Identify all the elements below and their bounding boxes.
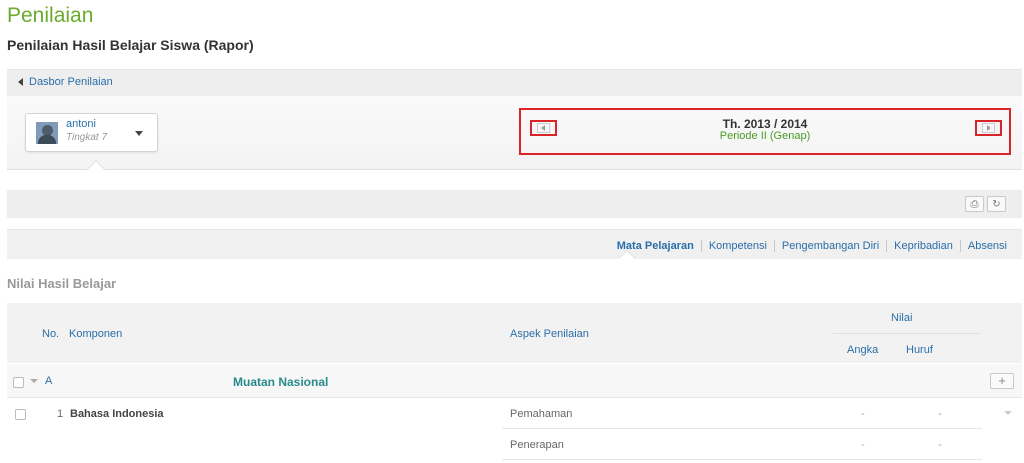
- student-grade: Tingkat 7: [66, 132, 108, 143]
- group-name: Muatan Nasional: [233, 375, 329, 389]
- tabs-bar: Mata Pelajaran Kompetensi Pengembangan D…: [7, 229, 1022, 267]
- row-aspect: Pemahaman: [510, 408, 573, 420]
- toolbar: ⎙ ↻: [7, 190, 1022, 218]
- row-checkbox[interactable]: [15, 409, 26, 420]
- row-aspect: Penerapan: [510, 439, 564, 451]
- group-letter: A: [45, 375, 53, 387]
- column-header-nilai: Nilai: [891, 312, 913, 324]
- row-menu-caret-icon[interactable]: [1004, 411, 1012, 415]
- tab-kepribadian[interactable]: Kepribadian: [887, 240, 960, 252]
- column-header-no: No.: [42, 328, 60, 340]
- print-icon: ⎙: [970, 198, 979, 210]
- period-navigator: Th. 2013 / 2014 Periode II (Genap): [519, 108, 1011, 155]
- breadcrumb-label: Dasbor Penilaian: [29, 76, 113, 88]
- print-button[interactable]: ⎙: [965, 196, 984, 212]
- column-header-huruf: Huruf: [906, 344, 933, 356]
- student-selector[interactable]: antoni Tingkat 7: [25, 113, 158, 152]
- collapse-caret-icon[interactable]: [30, 379, 38, 383]
- report-header: antoni Tingkat 7 Th. 2013 / 2014 Periode…: [7, 96, 1022, 180]
- table-row: 1 Bahasa Indonesia Pemahaman - -: [7, 399, 1022, 429]
- table-header: No. Komponen Aspek Penilaian Nilai Angka…: [7, 303, 1022, 363]
- selector-pointer: [86, 160, 106, 180]
- group-row: A Muatan Nasional +: [7, 364, 1022, 398]
- column-header-angka: Angka: [847, 344, 879, 356]
- column-header-komponen: Komponen: [69, 328, 123, 340]
- column-header-aspek: Aspek Penilaian: [510, 328, 589, 340]
- page-subtitle: Penilaian Hasil Belajar Siswa (Rapor): [7, 37, 254, 53]
- refresh-button[interactable]: ↻: [987, 196, 1006, 212]
- tab-mata-pelajaran[interactable]: Mata Pelajaran: [610, 240, 701, 252]
- row-subject: Bahasa Indonesia: [70, 408, 164, 420]
- refresh-icon: ↻: [992, 198, 1001, 210]
- section-title: Nilai Hasil Belajar: [7, 276, 117, 291]
- arrow-right-icon: [987, 125, 991, 131]
- academic-year: Th. 2013 / 2014: [722, 117, 808, 131]
- triangle-left-icon: [18, 78, 23, 86]
- active-tab-pointer: [618, 249, 636, 267]
- avatar: [36, 122, 58, 144]
- group-checkbox[interactable]: [13, 377, 24, 388]
- chevron-down-icon: [135, 131, 143, 136]
- breadcrumb: Dasbor Penilaian: [7, 69, 1022, 96]
- page-title: Penilaian: [7, 4, 94, 27]
- header-divider: [833, 333, 981, 334]
- back-to-dashboard-link[interactable]: Dasbor Penilaian: [18, 76, 113, 88]
- row-angka: -: [861, 408, 865, 420]
- tab-pengembangan-diri[interactable]: Pengembangan Diri: [775, 240, 886, 252]
- academic-term: Periode II (Genap): [719, 130, 811, 142]
- tab-absensi[interactable]: Absensi: [961, 240, 1014, 252]
- row-huruf: -: [938, 439, 942, 451]
- student-name: antoni: [66, 118, 96, 130]
- table-row: Penerapan - -: [7, 430, 1022, 460]
- row-huruf: -: [938, 408, 942, 420]
- row-angka: -: [861, 439, 865, 451]
- add-component-button[interactable]: +: [990, 373, 1014, 389]
- tab-kompetensi[interactable]: Kompetensi: [702, 240, 774, 252]
- next-period-button[interactable]: [975, 120, 1002, 136]
- row-number: 1: [57, 408, 64, 420]
